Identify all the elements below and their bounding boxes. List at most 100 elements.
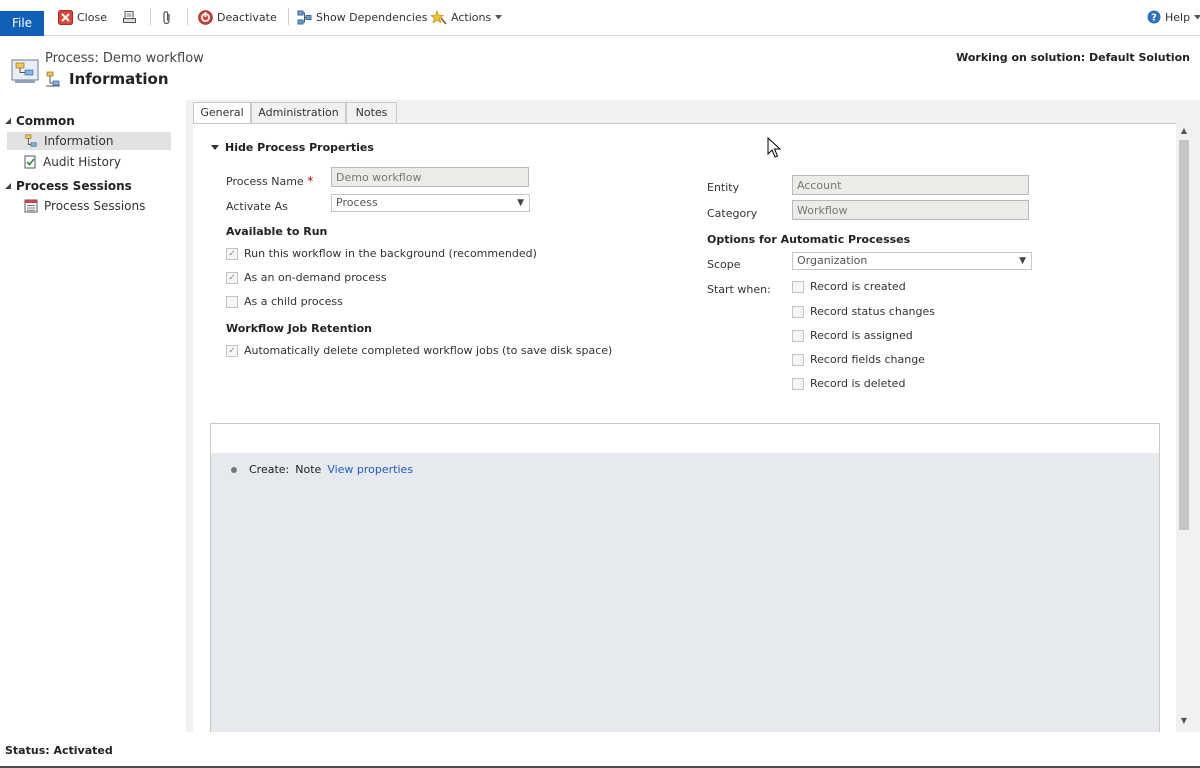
deactivate-label: Deactivate xyxy=(217,10,277,24)
nav-item-label: Audit History xyxy=(43,155,121,169)
file-button[interactable]: File xyxy=(0,11,44,36)
process-sessions-icon xyxy=(24,199,38,213)
working-solution-label: Working on solution: Default Solution xyxy=(956,51,1190,64)
toolbar-separator xyxy=(150,8,151,25)
workflow-step[interactable]: Create: Note View properties xyxy=(231,463,413,476)
attach-button[interactable] xyxy=(161,8,173,26)
print-preview-icon xyxy=(123,10,136,23)
entity-label: Entity xyxy=(707,181,740,194)
expand-triangle-icon xyxy=(211,144,219,150)
help-menu-button[interactable]: ? Help xyxy=(1147,8,1200,26)
record-assigned-checkbox-row: Record is assigned xyxy=(792,329,913,342)
process-record-name: Process: Demo workflow xyxy=(45,51,204,66)
record-status-changes-checkbox-row: Record status changes xyxy=(792,305,935,318)
category-label: Category xyxy=(707,207,758,220)
deactivate-button[interactable]: Deactivate xyxy=(198,8,277,26)
command-ribbon: File Close Deactivate Show Dependencies … xyxy=(0,0,1200,36)
view-properties-link[interactable]: View properties xyxy=(327,463,413,476)
on-demand-checkbox-row: ✓ As an on-demand process xyxy=(226,271,387,284)
category-input[interactable] xyxy=(792,200,1029,220)
form-scrollbar[interactable]: ▲ ▼ xyxy=(1176,124,1192,732)
hide-process-properties-toggle[interactable]: Hide Process Properties xyxy=(211,141,374,154)
tab-notes[interactable]: Notes xyxy=(346,102,397,124)
scope-label: Scope xyxy=(707,258,741,271)
status-text: Status: Activated xyxy=(5,744,113,757)
help-label: Help xyxy=(1165,10,1191,24)
nav-group-label: Process Sessions xyxy=(16,179,132,193)
paperclip-icon xyxy=(163,10,170,24)
step-entity: Note xyxy=(295,463,322,476)
actions-star-icon xyxy=(431,9,447,25)
nav-item-process-sessions[interactable]: Process Sessions xyxy=(7,197,171,215)
scroll-down-arrow-icon[interactable]: ▼ xyxy=(1176,716,1192,726)
process-name-input[interactable] xyxy=(331,167,529,187)
record-status-changes-checkbox[interactable] xyxy=(792,305,804,318)
auto-delete-checkbox[interactable]: ✓ xyxy=(226,344,238,357)
collapse-triangle-icon xyxy=(5,183,11,189)
close-icon xyxy=(58,9,73,25)
process-entity-icon xyxy=(11,59,39,83)
scroll-thumb[interactable] xyxy=(1179,140,1189,530)
page-title-row: Information xyxy=(45,70,169,88)
scroll-up-arrow-icon[interactable]: ▲ xyxy=(1176,126,1192,136)
record-created-checkbox[interactable] xyxy=(792,280,804,293)
activate-as-select[interactable]: Process ▼ xyxy=(331,194,530,212)
help-icon: ? xyxy=(1147,10,1161,24)
job-retention-heading: Workflow Job Retention xyxy=(226,322,372,335)
main-content: General Administration Notes Hide Proces… xyxy=(186,100,1200,733)
mouse-pointer-icon xyxy=(767,137,781,158)
record-deleted-checkbox-row: Record is deleted xyxy=(792,377,905,390)
show-dependencies-button[interactable]: Show Dependencies xyxy=(297,8,427,26)
show-dependencies-label: Show Dependencies xyxy=(316,10,428,24)
actions-menu-button[interactable]: Actions xyxy=(431,8,503,26)
collapse-triangle-icon xyxy=(5,118,11,124)
workflow-icon xyxy=(46,71,60,87)
step-bullet-icon xyxy=(231,466,237,473)
chevron-down-icon xyxy=(1194,14,1200,19)
nav-group-label: Common xyxy=(16,114,75,128)
audit-history-icon xyxy=(24,155,36,169)
toolbar-separator xyxy=(288,8,289,25)
nav-item-information[interactable]: Information xyxy=(7,132,171,150)
dependencies-icon xyxy=(297,10,312,24)
workflow-icon xyxy=(25,134,37,147)
entity-input[interactable] xyxy=(792,175,1029,195)
section-title: Hide Process Properties xyxy=(225,141,374,154)
toolbar-separator xyxy=(187,8,188,25)
record-fields-change-checkbox[interactable] xyxy=(792,353,804,366)
start-when-label: Start when: xyxy=(707,283,771,296)
record-assigned-checkbox[interactable] xyxy=(792,329,804,342)
status-bar: Status: Activated xyxy=(0,732,1200,768)
auto-delete-checkbox-row: ✓ Automatically delete completed workflo… xyxy=(226,344,612,357)
nav-group-process-sessions[interactable]: Process Sessions xyxy=(4,179,132,193)
tab-administration[interactable]: Administration xyxy=(251,102,346,124)
record-fields-change-checkbox-row: Record fields change xyxy=(792,353,925,366)
nav-item-audit-history[interactable]: Audit History xyxy=(7,153,171,171)
available-to-run-heading: Available to Run xyxy=(226,225,328,238)
on-demand-checkbox[interactable]: ✓ xyxy=(226,271,238,284)
child-process-checkbox[interactable] xyxy=(226,295,238,308)
dropdown-arrow-icon: ▼ xyxy=(1019,256,1026,266)
nav-item-label: Process Sessions xyxy=(44,199,146,213)
svg-text:?: ? xyxy=(1151,13,1157,24)
run-background-checkbox[interactable]: ✓ xyxy=(226,247,238,260)
nav-group-common[interactable]: Common xyxy=(4,114,75,128)
close-label: Close xyxy=(77,10,107,24)
chevron-down-icon xyxy=(495,14,503,19)
record-created-checkbox-row: Record is created xyxy=(792,280,906,293)
automatic-options-heading: Options for Automatic Processes xyxy=(707,233,911,246)
page-title: Information xyxy=(69,70,169,88)
nav-item-label: Information xyxy=(44,134,114,148)
deactivate-icon xyxy=(198,9,213,25)
workflow-steps-area: Create: Note View properties xyxy=(211,453,1159,733)
activate-as-label: Activate As xyxy=(226,200,288,213)
print-button[interactable] xyxy=(122,8,137,26)
record-deleted-checkbox[interactable] xyxy=(792,377,804,390)
child-process-checkbox-row: As a child process xyxy=(226,295,343,308)
close-button[interactable]: Close xyxy=(58,8,107,26)
step-action: Create: xyxy=(249,463,290,476)
left-navigation: Common Information Audit History Process… xyxy=(0,100,186,732)
scope-select[interactable]: Organization ▼ xyxy=(792,252,1032,270)
tab-general[interactable]: General xyxy=(193,102,251,125)
required-indicator: * xyxy=(307,174,314,188)
